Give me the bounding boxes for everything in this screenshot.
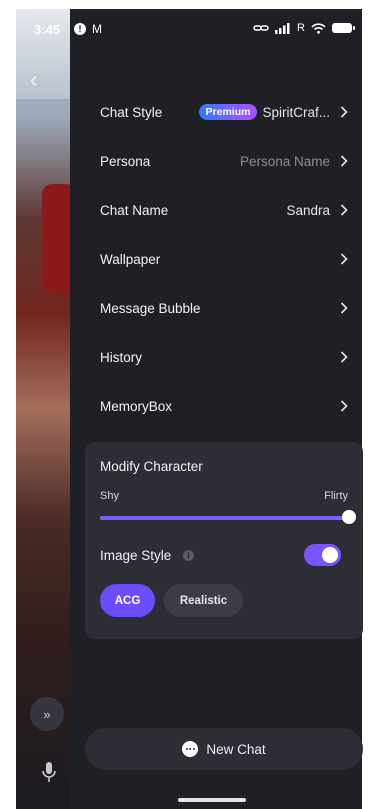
- menu-item-chat-style[interactable]: Chat Style Premium SpiritCraf...: [70, 89, 362, 135]
- image-style-option-acg[interactable]: ACG: [100, 584, 155, 617]
- back-chevron-icon[interactable]: ‹: [30, 67, 37, 93]
- menu-item-chat-name[interactable]: Chat Name Sandra: [70, 187, 362, 233]
- menu-item-value: Sandra: [286, 202, 330, 218]
- background-chat-preview: ‹ »: [16, 9, 70, 809]
- toggle-knob: [322, 547, 338, 563]
- chevron-right-icon: [340, 155, 348, 167]
- chevron-right-icon: [340, 400, 348, 412]
- fast-forward-icon[interactable]: »: [30, 697, 64, 731]
- new-chat-label: New Chat: [206, 741, 266, 757]
- battery-icon: [332, 23, 355, 33]
- menu-item-label: Persona: [100, 153, 151, 169]
- premium-badge: Premium: [198, 104, 258, 120]
- menu-item-message-bubble[interactable]: Message Bubble: [70, 285, 362, 331]
- info-icon[interactable]: i: [183, 550, 194, 561]
- chevron-right-icon: [340, 204, 348, 216]
- microphone-icon[interactable]: [42, 761, 56, 783]
- image-style-toggle[interactable]: [304, 544, 341, 566]
- menu-item-label: Chat Name: [100, 202, 169, 218]
- background-character-bow: [42, 184, 70, 294]
- menu-item-label: Wallpaper: [100, 251, 161, 267]
- carrier-label: R: [297, 22, 305, 34]
- home-indicator[interactable]: [178, 798, 246, 802]
- mail-icon: M: [92, 22, 102, 36]
- slider-thumb[interactable]: [342, 510, 356, 524]
- image-style-option-realistic[interactable]: Realistic: [164, 584, 243, 617]
- chat-settings-panel: Chat Style Premium SpiritCraf... Persona…: [70, 9, 363, 809]
- notification-icon: !: [74, 23, 86, 35]
- menu-item-persona[interactable]: Persona Persona Name: [70, 138, 362, 184]
- chat-bubble-icon: [182, 741, 199, 757]
- slider-max-label: Flirty: [324, 490, 348, 502]
- chevron-right-icon: [340, 302, 348, 314]
- menu-item-memorybox[interactable]: MemoryBox: [70, 383, 362, 429]
- slider-fill: [100, 516, 349, 520]
- chevron-right-icon: [340, 106, 348, 118]
- link-icon: [253, 25, 269, 31]
- status-indicators: R: [253, 22, 355, 34]
- chat-style-value-group: Premium SpiritCraf...: [198, 104, 330, 120]
- signal-icon: [275, 22, 290, 34]
- menu-item-label: MemoryBox: [100, 398, 173, 414]
- personality-slider[interactable]: [100, 510, 356, 524]
- menu-item-label: History: [100, 349, 143, 365]
- chevron-right-icon: [340, 351, 348, 363]
- new-chat-button[interactable]: New Chat: [85, 728, 363, 770]
- menu-item-value: Persona Name: [239, 153, 330, 169]
- slider-min-label: Shy: [100, 490, 119, 502]
- wifi-icon: [311, 22, 326, 34]
- menu-item-label: Message Bubble: [100, 300, 201, 316]
- menu-item-history[interactable]: History: [70, 334, 362, 380]
- card-title: Modify Character: [100, 459, 203, 474]
- status-time: 3:45: [34, 22, 61, 37]
- status-bar: 3:45 ! M R: [16, 9, 362, 49]
- chevron-right-icon: [340, 253, 348, 265]
- menu-item-value: SpiritCraf...: [262, 104, 330, 120]
- modify-character-card: Modify Character Shy Flirty Image Style …: [85, 442, 363, 639]
- menu-item-label: Chat Style: [100, 104, 163, 120]
- menu-item-wallpaper[interactable]: Wallpaper: [70, 236, 362, 282]
- image-style-label: Image Style: [100, 548, 172, 563]
